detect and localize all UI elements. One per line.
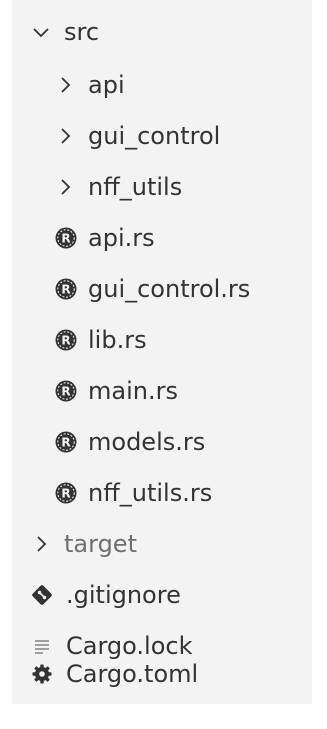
svg-text:R: R bbox=[61, 486, 70, 500]
tree-folder-gui-control[interactable]: gui_control bbox=[12, 110, 312, 162]
tree-folder-src[interactable]: src bbox=[12, 6, 312, 58]
tree-file-models-rs[interactable]: R models.rs bbox=[12, 416, 312, 468]
tree-item-label: nff_utils.rs bbox=[88, 479, 213, 507]
tree-item-label: api.rs bbox=[88, 224, 155, 252]
tree-item-label: Cargo.toml bbox=[66, 660, 199, 688]
tree-file-gui-control-rs[interactable]: R gui_control.rs bbox=[12, 263, 312, 315]
tree-item-label: lib.rs bbox=[88, 326, 147, 354]
tree-file-nff-utils-rs[interactable]: R nff_utils.rs bbox=[12, 467, 312, 519]
tree-item-label: .gitignore bbox=[66, 581, 181, 609]
chevron-right-icon bbox=[30, 533, 52, 555]
tree-item-label: gui_control bbox=[88, 122, 221, 150]
svg-text:R: R bbox=[61, 384, 70, 398]
file-explorer-panel: src api gui_control nff_utils R api.rs R… bbox=[12, 0, 312, 704]
chevron-right-icon bbox=[54, 176, 76, 198]
chevron-down-icon bbox=[30, 21, 52, 43]
svg-text:R: R bbox=[61, 231, 70, 245]
rust-icon: R bbox=[54, 430, 78, 454]
tree-item-label: gui_control.rs bbox=[88, 275, 251, 303]
tree-item-label: models.rs bbox=[88, 428, 206, 456]
rust-icon: R bbox=[54, 277, 78, 301]
tree-item-label: nff_utils bbox=[88, 173, 183, 201]
rust-icon: R bbox=[54, 226, 78, 250]
tree-folder-nff-utils[interactable]: nff_utils bbox=[12, 161, 312, 213]
tree-item-label: src bbox=[64, 18, 100, 46]
tree-item-label: target bbox=[64, 530, 137, 558]
tree-file-lib-rs[interactable]: R lib.rs bbox=[12, 314, 312, 366]
svg-text:R: R bbox=[61, 333, 70, 347]
tree-file-cargo-toml[interactable]: Cargo.toml bbox=[12, 648, 312, 700]
gear-icon bbox=[30, 662, 54, 686]
svg-text:R: R bbox=[61, 435, 70, 449]
tree-item-label: api bbox=[88, 71, 125, 99]
chevron-right-icon bbox=[54, 125, 76, 147]
tree-file-gitignore[interactable]: .gitignore bbox=[12, 569, 312, 621]
rust-icon: R bbox=[54, 481, 78, 505]
tree-file-api-rs[interactable]: R api.rs bbox=[12, 212, 312, 264]
svg-text:R: R bbox=[61, 282, 70, 296]
chevron-right-icon bbox=[54, 74, 76, 96]
rust-icon: R bbox=[54, 379, 78, 403]
git-icon bbox=[30, 583, 54, 607]
tree-item-label: main.rs bbox=[88, 377, 178, 405]
tree-folder-api[interactable]: api bbox=[12, 59, 312, 111]
rust-icon: R bbox=[54, 328, 78, 352]
tree-folder-target[interactable]: target bbox=[12, 518, 312, 570]
tree-file-main-rs[interactable]: R main.rs bbox=[12, 365, 312, 417]
